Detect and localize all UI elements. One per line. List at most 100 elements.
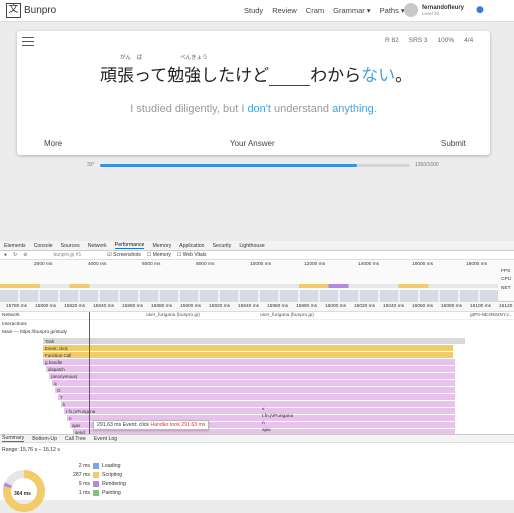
progress-total: 1350/1600 — [415, 162, 439, 168]
flame-chart[interactable]: Network user_furigana (bunpro.jp) user_f… — [0, 312, 514, 436]
summary-legend: 2 ms Loading 287 ms Scripting 9 ms Rendering 1… — [70, 461, 126, 497]
avatar — [404, 3, 418, 17]
tab-call-tree[interactable]: Call Tree — [65, 436, 86, 442]
legend-value: 9 ms — [78, 480, 90, 487]
bunpro-logo[interactable]: 文 Bunpro — [6, 3, 56, 18]
notification-bell-icon[interactable]: ● — [476, 5, 484, 15]
overview-tick: 18000 ms — [466, 262, 488, 267]
ruler-tick: 15880 ms — [151, 304, 173, 309]
legend-value: 1 ms — [78, 489, 90, 496]
flame-bar[interactable]: Task — [43, 338, 465, 345]
legend-value: 2 ms — [78, 462, 90, 469]
srs-level: SRS 3 — [408, 37, 428, 44]
network-section-label[interactable]: Network — [2, 313, 20, 318]
tab-summary[interactable]: Summary — [2, 435, 25, 442]
network-request-3[interactable]: gtP0-NE3N83NYJ... — [470, 313, 513, 318]
tab-console[interactable]: Console — [34, 243, 53, 249]
flame-bar[interactable]: g.handle — [43, 359, 455, 366]
answer-blank — [269, 69, 311, 86]
profile-select[interactable]: bunpro.jp #1 — [53, 252, 81, 258]
legend-swatch — [93, 480, 99, 487]
flame-bar[interactable]: t.fn.jVFurigana — [64, 408, 455, 415]
review-count: R 82 — [385, 37, 399, 44]
ruler-tick: 15900 ms — [180, 304, 202, 309]
ruler-tick: 16040 ms — [383, 304, 405, 309]
net-label: NET — [501, 286, 511, 291]
nav-review[interactable]: Review — [272, 6, 297, 15]
ruler-tick: 16060 ms — [412, 304, 434, 309]
ruler-tick: 16000 ms — [325, 304, 347, 309]
tab-bottom-up[interactable]: Bottom-Up — [32, 436, 57, 442]
tab-performance[interactable]: Performance — [114, 242, 145, 249]
main-thread-section-label[interactable]: Main — https://bunpro.jp/study — [2, 330, 67, 335]
flame-bar[interactable]: Event: click — [43, 345, 453, 352]
user-menu[interactable]: fernandofleury Level 33 — [404, 3, 464, 17]
network-request-1[interactable]: user_furigana (bunpro.jp) — [146, 313, 200, 318]
network-request-2[interactable]: user_furigana (bunpro.jp) — [260, 313, 314, 318]
username: fernandofleury — [422, 4, 465, 11]
timeline-ruler: 15780 ms 15800 ms 15820 ms 15840 ms 15860 ms… — [0, 302, 514, 312]
flame-bar[interactable]: q — [52, 380, 455, 387]
reload-icon[interactable]: ↻ — [13, 252, 17, 258]
nav-paths[interactable]: Paths ▾ — [380, 6, 405, 15]
tab-sources[interactable]: Sources — [61, 243, 80, 249]
network-track[interactable]: Network user_furigana (bunpro.jp) user_f… — [0, 312, 514, 320]
timeline-overview[interactable]: 2000 ms 4000 ms 6000 ms 8000 ms 10000 ms 1200… — [0, 260, 514, 302]
sentence-start: 頑張って勉強したけど — [100, 66, 270, 86]
nav-cram[interactable]: Cram — [306, 6, 324, 15]
progress-fill — [100, 164, 358, 167]
user-level: Level 33 — [422, 10, 440, 16]
performance-toolbar: ● ↻ ⊘ bunpro.jp #1 ☑ Screenshots ☐ Memor… — [0, 251, 514, 260]
flame-bar[interactable]: (anonymous) — [49, 373, 455, 380]
flame-bar[interactable]: dispatch — [46, 366, 455, 373]
sentence-mid: わから — [310, 66, 362, 86]
clear-icon[interactable]: ⊘ — [23, 252, 27, 258]
fps-label: FPS — [501, 269, 511, 274]
legend-swatch — [93, 471, 99, 478]
legend-label: Scripting — [102, 471, 123, 478]
web-vitals-checkbox[interactable]: ☐ Web Vitals — [177, 252, 207, 258]
overview-tick: 6000 ms — [142, 262, 161, 267]
tab-application[interactable]: Application — [179, 243, 204, 249]
summary-range: Range: 15.76 s – 16.12 s — [2, 447, 60, 453]
more-button[interactable]: More — [44, 139, 62, 148]
ruler-tick: 15960 ms — [267, 304, 289, 309]
nav-grammar[interactable]: Grammar ▾ — [333, 6, 371, 15]
record-icon[interactable]: ● — [4, 252, 7, 258]
screenshots-checkbox[interactable]: ☑ Screenshots — [107, 252, 141, 258]
flame-bar[interactable]: Function Call — [43, 352, 453, 359]
flame-label-jvfurigana: t.fn.jVFurigana — [262, 414, 294, 419]
ruler-tick: 15940 ms — [238, 304, 260, 309]
flame-bar[interactable]: T — [58, 394, 455, 401]
legend-label: Painting — [102, 489, 121, 496]
tab-security[interactable]: Security — [213, 243, 232, 249]
memory-checkbox[interactable]: ☐ Memory — [147, 252, 171, 258]
tab-elements[interactable]: Elements — [4, 243, 26, 249]
translation-highlight-anything: anything — [332, 103, 374, 115]
card-stats: R 82 SRS 3 100% 4/4 — [385, 37, 473, 44]
overview-tick: 2000 ms — [34, 262, 53, 267]
progress-bar — [100, 164, 410, 167]
interactions-section-label[interactable]: Interactions — [2, 322, 27, 327]
ruler-tick: 15840 ms — [93, 304, 115, 309]
legend-row: 1 ms Painting — [70, 488, 126, 497]
overview-tick: 12000 ms — [304, 262, 326, 267]
answer-input[interactable]: Your Answer — [230, 139, 275, 148]
submit-button[interactable]: Submit — [441, 139, 466, 148]
hamburger-menu-icon[interactable] — [22, 37, 34, 46]
translation-highlight-dont: don't — [247, 103, 271, 115]
tab-memory[interactable]: Memory — [152, 243, 171, 249]
progress-current: 33° — [87, 162, 95, 168]
legend-label: Rendering — [102, 480, 126, 487]
tab-event-log[interactable]: Event Log — [94, 436, 117, 442]
summary-tabs: Summary Bottom-Up Call Tree Event Log — [0, 434, 514, 443]
overview-tick: 16000 ms — [412, 262, 434, 267]
question-counter: 4/4 — [464, 37, 474, 44]
flame-bar[interactable]: O — [55, 387, 455, 394]
nav-study[interactable]: Study — [244, 6, 263, 15]
flame-bar[interactable]: k — [61, 401, 455, 408]
tab-network[interactable]: Network — [88, 243, 107, 249]
logo-text: Bunpro — [24, 5, 57, 16]
sentence-highlight: ない — [361, 66, 396, 86]
tab-lighthouse[interactable]: Lighthouse — [239, 243, 264, 249]
